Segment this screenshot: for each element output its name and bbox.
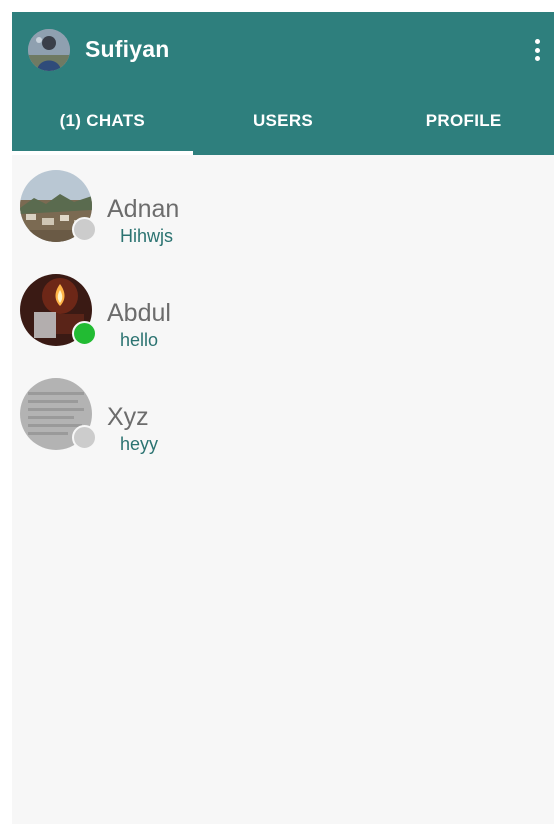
tab-chats[interactable]: (1) CHATS	[12, 87, 193, 155]
contact-name: Adnan	[107, 195, 180, 223]
chat-item-adnan[interactable]: Adnan Hihwjs	[12, 155, 554, 259]
app-window: Sufiyan (1) CHATS USERS PROFILE Adnan Hi…	[12, 12, 554, 824]
tab-chats-label: (1) CHATS	[59, 111, 146, 130]
tab-profile[interactable]: PROFILE	[373, 87, 554, 155]
user-avatar-image	[28, 29, 70, 71]
last-message: heyy	[120, 434, 159, 454]
chat-item-xyz[interactable]: Xyz heyy	[12, 363, 554, 467]
user-avatar[interactable]	[28, 29, 70, 71]
contact-name: Xyz	[107, 403, 149, 431]
status-dot-offline	[72, 217, 97, 242]
menu-dot	[534, 56, 540, 61]
last-message: Hihwjs	[120, 226, 174, 246]
toolbar: Sufiyan	[12, 12, 554, 87]
chat-item-abdul[interactable]: Abdul hello	[12, 259, 554, 363]
tab-profile-label: PROFILE	[425, 111, 502, 130]
app-bar: Sufiyan (1) CHATS USERS PROFILE	[12, 12, 554, 155]
menu-dot	[534, 47, 540, 53]
tab-users[interactable]: USERS	[193, 87, 374, 155]
tab-bar: (1) CHATS USERS PROFILE	[12, 87, 554, 155]
app-title: Sufiyan	[85, 36, 170, 62]
tab-users-label: USERS	[252, 111, 314, 130]
status-dot-online	[72, 321, 97, 346]
last-message: hello	[120, 330, 159, 350]
contact-name: Abdul	[107, 299, 171, 327]
chat-list: Adnan Hihwjs Abdul hello Xyz heyy	[12, 155, 554, 467]
more-vertical-icon[interactable]	[530, 36, 544, 64]
menu-dot	[534, 39, 540, 44]
status-dot-offline	[72, 425, 97, 450]
